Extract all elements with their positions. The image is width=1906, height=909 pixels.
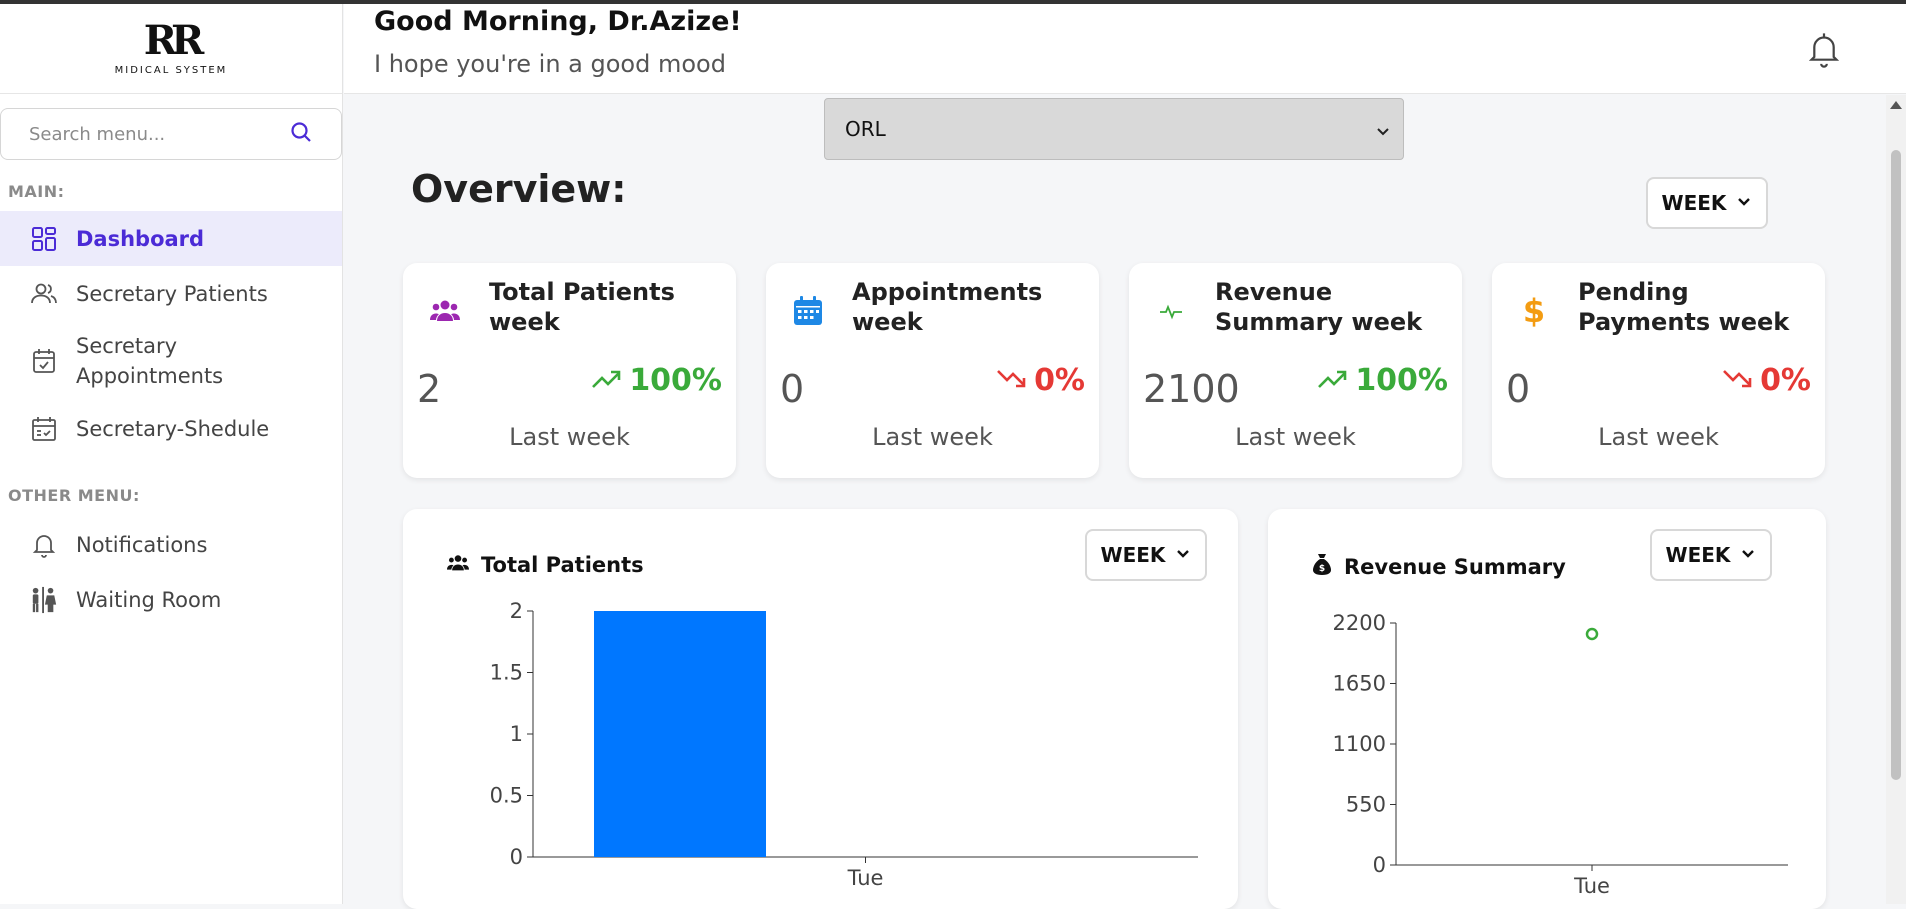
card-change-value: 100% <box>629 363 722 398</box>
card-change-value: 0% <box>1034 363 1085 398</box>
card-compare-label: Last week <box>509 423 630 451</box>
card-change-value: 100% <box>1355 363 1448 398</box>
y-tick-label: 2 <box>510 599 523 623</box>
card-title: Pending Payments week <box>1578 278 1790 336</box>
greeting-subtitle: I hope you're in a good mood <box>374 50 726 78</box>
main-menu-label: MAIN: <box>8 182 65 201</box>
y-tick-label: 0 <box>510 845 523 869</box>
revenue-summary-panel: $ Revenue Summary WEEK 0 550 1100 1650 2200 T… <box>1268 509 1826 909</box>
sidebar-item-label: Waiting Room <box>76 587 222 612</box>
stat-card-pending-payments[interactable]: $ Pending Payments week 0 0% Last week <box>1492 263 1825 478</box>
card-value: 0 <box>780 367 805 411</box>
waiting-room-icon <box>30 586 58 614</box>
card-compare-label: Last week <box>872 423 993 451</box>
card-title: Total Patients week <box>489 278 675 336</box>
total-patients-chart: 0 0.5 1 1.5 2 Tue <box>490 599 1198 890</box>
card-compare-label: Last week <box>1235 423 1356 451</box>
sidebar-item-label: Secretary Appointments <box>76 334 224 388</box>
users-icon <box>30 280 58 308</box>
sidebar-item-label: Secretary Patients <box>76 281 268 306</box>
sidebar-item-label: Dashboard <box>76 226 205 251</box>
header: Good Morning, Dr.Azize! I hope you're in… <box>344 4 1906 94</box>
y-tick-label: 1650 <box>1333 672 1386 696</box>
sidebar-item-secretary-shedule[interactable]: Secretary-Shedule <box>0 401 342 456</box>
scrollbar-thumb[interactable] <box>1891 150 1901 780</box>
sidebar-item-dashboard[interactable]: Dashboard <box>0 211 342 266</box>
y-tick-label: 2200 <box>1333 611 1386 635</box>
overview-period-dropdown[interactable]: WEEK <box>1646 177 1768 229</box>
chevron-down-icon <box>1375 121 1391 145</box>
logo-mark: RR <box>143 17 205 64</box>
card-change: 0% <box>996 363 1085 398</box>
main-menu: Dashboard Secretary Patients Secretary A… <box>0 211 342 456</box>
main-content: ORL Overview: WEEK Total Patients week 2… <box>344 95 1886 909</box>
sidebar-item-secretary-patients[interactable]: Secretary Patients <box>0 266 342 321</box>
card-value: 0 <box>1506 367 1531 411</box>
card-value: 2 <box>417 367 442 411</box>
trend-down-icon <box>996 363 1026 398</box>
chevron-down-icon <box>1736 191 1752 215</box>
y-tick-label: 1.5 <box>490 661 523 685</box>
y-tick-label: 1100 <box>1333 732 1386 756</box>
schedule-icon <box>30 415 58 443</box>
dollar-icon: $ <box>1522 292 1546 330</box>
greeting: Good Morning, Dr.Azize! <box>374 6 742 37</box>
sidebar-item-waiting-room[interactable]: Waiting Room <box>0 572 342 627</box>
overview-title: Overview: <box>411 167 627 211</box>
calendar-check-icon <box>30 347 58 375</box>
y-tick-label: 550 <box>1346 793 1386 817</box>
other-menu-label: OTHER MENU: <box>8 486 140 505</box>
revenue-summary-chart: 0 550 1100 1650 2200 Tue <box>1333 611 1788 898</box>
card-change: 0% <box>1722 363 1811 398</box>
stat-card-appointments[interactable]: Appointments week 0 0% Last week <box>766 263 1099 478</box>
card-compare-label: Last week <box>1598 423 1719 451</box>
scroll-up-arrow-icon[interactable] <box>1890 101 1902 109</box>
stat-card-total-patients[interactable]: Total Patients week 2 100% Last week <box>403 263 736 478</box>
trend-up-icon <box>591 363 621 398</box>
sidebar-item-label: Secretary-Shedule <box>76 416 270 441</box>
search-box <box>0 108 342 160</box>
sidebar: RR MIDICAL SYSTEM MAIN: Dashboard Secret… <box>0 4 343 904</box>
card-title: Appointments week <box>852 278 1043 336</box>
specialty-select[interactable]: ORL <box>824 98 1404 160</box>
users-icon <box>429 295 461 327</box>
data-point <box>1585 627 1599 641</box>
trend-up-icon <box>1317 363 1347 398</box>
calendar-icon <box>792 295 824 327</box>
card-value: 2100 <box>1143 367 1240 411</box>
pulse-icon <box>1155 295 1187 327</box>
card-change-value: 0% <box>1760 363 1811 398</box>
search-icon[interactable] <box>289 120 313 148</box>
x-tick-label: Tue <box>1573 874 1610 898</box>
y-tick-label: 1 <box>510 722 523 746</box>
total-patients-panel: Total Patients WEEK 0 0.5 1 1.5 2 Tue <box>403 509 1238 909</box>
specialty-select-value: ORL <box>845 117 886 141</box>
sidebar-item-notifications[interactable]: Notifications <box>0 517 342 572</box>
sidebar-item-secretary-appointments[interactable]: Secretary Appointments <box>0 321 342 401</box>
sidebar-item-label: Notifications <box>76 532 208 557</box>
card-change: 100% <box>1317 363 1448 398</box>
dashboard-icon <box>30 225 58 253</box>
logo[interactable]: RR MIDICAL SYSTEM <box>0 4 342 94</box>
search-input[interactable] <box>29 123 289 145</box>
vertical-scrollbar[interactable] <box>1886 95 1906 904</box>
bar <box>594 611 766 857</box>
y-tick-label: 0.5 <box>490 784 523 808</box>
logo-text: MIDICAL SYSTEM <box>114 65 228 76</box>
other-menu: Notifications Waiting Room <box>0 517 342 627</box>
card-title: Revenue Summary week <box>1215 278 1423 336</box>
bell-icon <box>30 531 58 559</box>
trend-down-icon <box>1722 363 1752 398</box>
card-change: 100% <box>591 363 722 398</box>
y-tick-label: 0 <box>1373 853 1386 877</box>
notification-bell-icon[interactable] <box>1806 32 1842 68</box>
period-label: WEEK <box>1661 191 1727 215</box>
stat-card-revenue-summary[interactable]: Revenue Summary week 2100 100% Last week <box>1129 263 1462 478</box>
x-tick-label: Tue <box>847 866 884 890</box>
